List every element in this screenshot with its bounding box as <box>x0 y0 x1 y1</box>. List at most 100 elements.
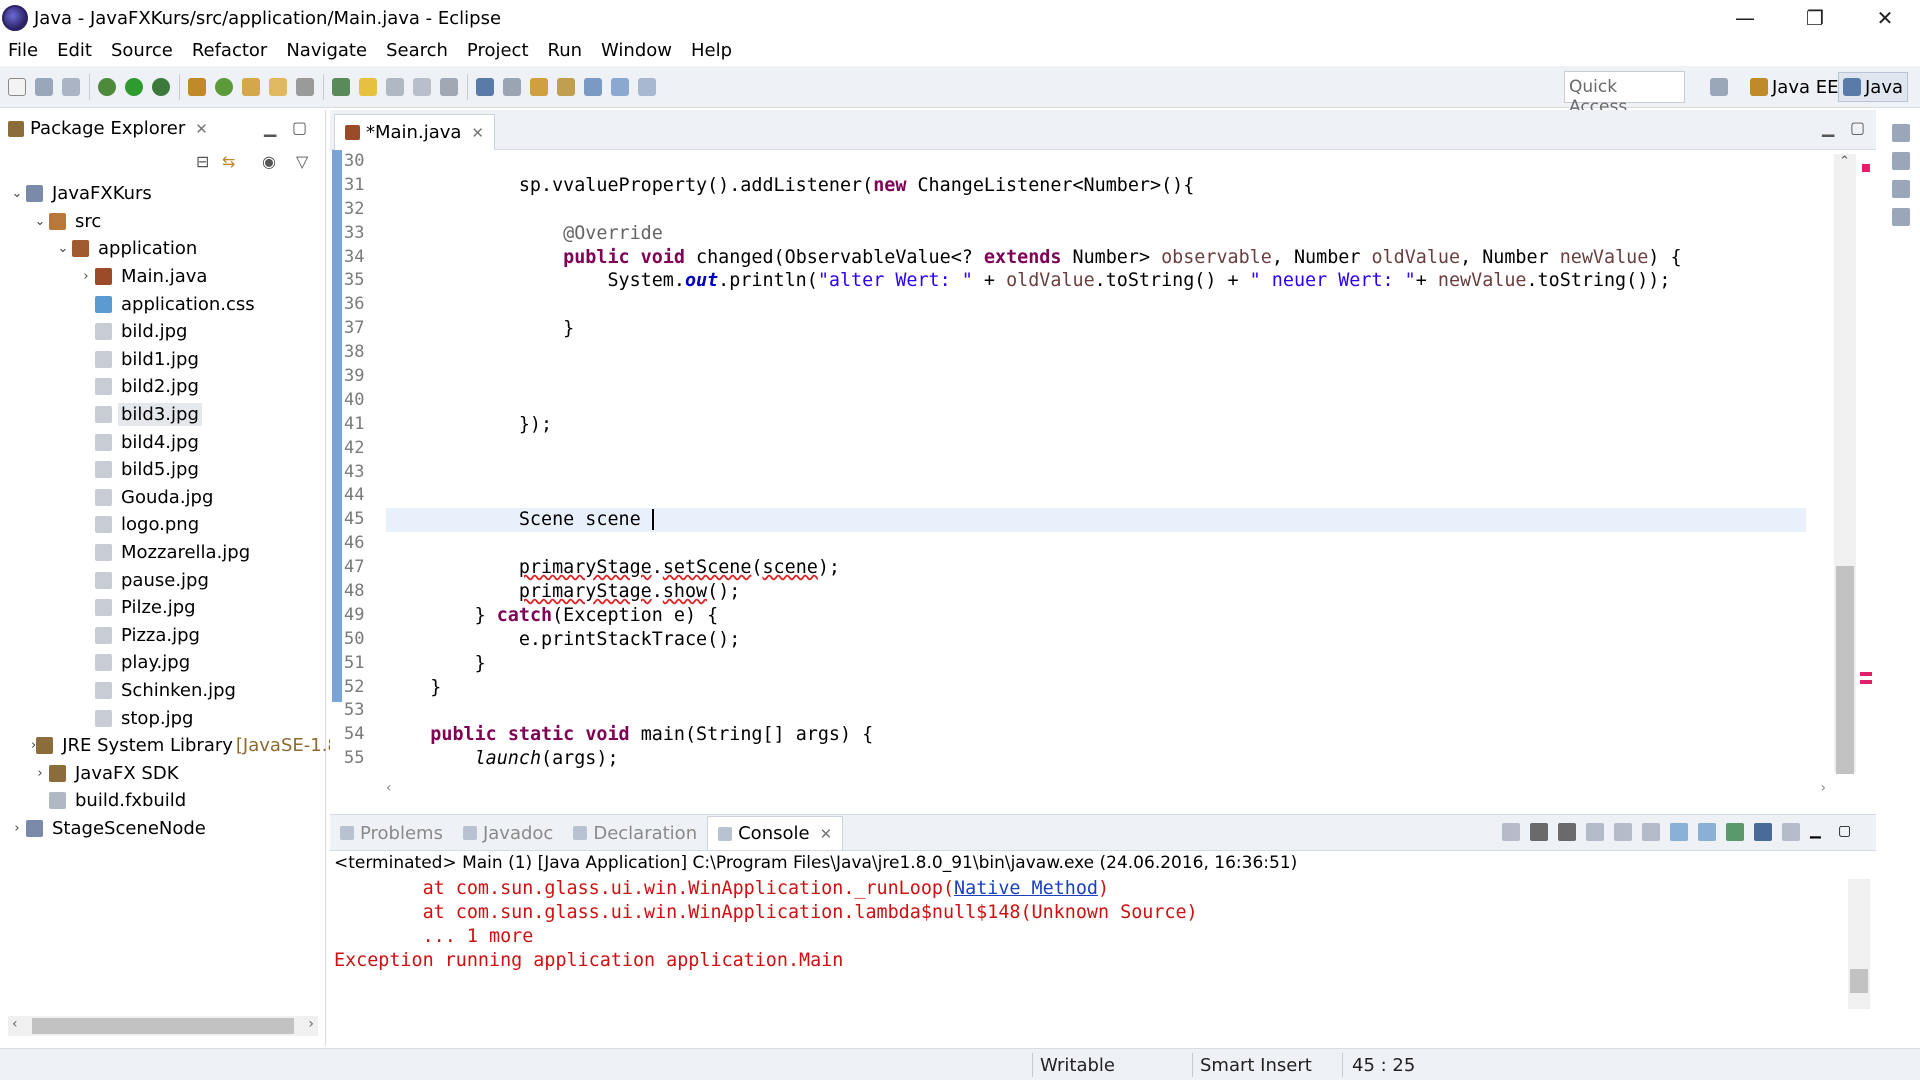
tab-javadoc[interactable]: Javadoc <box>453 816 563 850</box>
word-wrap-icon[interactable] <box>1642 823 1660 841</box>
editor-tab-main-java[interactable]: *Main.java ✕ <box>334 114 495 150</box>
highlight-icon[interactable] <box>359 77 377 96</box>
code-line[interactable]: public void changed(ObservableValue<? ex… <box>386 246 1806 270</box>
open-type-icon[interactable] <box>242 77 260 96</box>
tree-item[interactable]: stop.jpg <box>0 704 326 732</box>
collapse-all-icon[interactable]: ⊟ <box>196 152 209 171</box>
remove-all-terminated-icon[interactable] <box>1558 823 1576 841</box>
tree-item[interactable]: build.fxbuild <box>0 787 326 815</box>
tree-item[interactable]: logo.png <box>0 511 326 539</box>
tree-item[interactable]: Pizza.jpg <box>0 622 326 650</box>
scroll-thumb[interactable] <box>32 1018 294 1034</box>
new-class-icon[interactable] <box>215 77 233 96</box>
tree-item[interactable]: application.css <box>0 290 326 318</box>
console-output[interactable]: at com.sun.glass.ui.win.WinApplication._… <box>334 877 1834 973</box>
menu-window[interactable]: Window <box>601 40 672 61</box>
minimize-button[interactable]: — <box>1710 0 1780 36</box>
expand-down-icon[interactable]: ⌄ <box>31 214 49 229</box>
package-explorer-hscroll[interactable]: ‹ › <box>8 1016 318 1036</box>
tree-item[interactable]: play.jpg <box>0 649 326 677</box>
tree-item[interactable]: bild5.jpg <box>0 456 326 484</box>
editor-vscroll[interactable]: ⌃ <box>1834 154 1856 774</box>
code-line[interactable] <box>386 699 1806 723</box>
show-whitespace-icon[interactable] <box>440 77 458 96</box>
tree-item[interactable]: bild2.jpg <box>0 373 326 401</box>
code-line[interactable] <box>386 484 1806 508</box>
pin-console-icon[interactable] <box>1726 823 1744 841</box>
forward-icon[interactable] <box>638 77 656 96</box>
new-icon[interactable] <box>8 77 26 96</box>
outline-icon[interactable] <box>1892 208 1910 226</box>
minimize-view-icon[interactable]: ▁ <box>264 118 276 137</box>
scroll-lock-icon[interactable] <box>1614 823 1632 841</box>
debug-icon[interactable] <box>98 77 116 96</box>
tree-item[interactable]: bild4.jpg <box>0 428 326 456</box>
expand-right-icon[interactable]: › <box>31 766 49 781</box>
code-line[interactable] <box>386 437 1806 461</box>
code-line[interactable]: System.out.println("alter Wert: " + oldV… <box>386 269 1806 293</box>
code-line[interactable]: launch(args); <box>386 747 1806 771</box>
code-line[interactable]: @Override <box>386 222 1806 246</box>
menu-run[interactable]: Run <box>548 40 583 61</box>
menu-project[interactable]: Project <box>467 40 529 61</box>
toggle-mark-icon[interactable] <box>332 77 350 96</box>
tree-item[interactable]: › JavaFX SDK <box>0 759 326 787</box>
code-line[interactable]: }); <box>386 413 1806 437</box>
tree-item[interactable]: ⌄ JavaFXKurs <box>0 180 326 208</box>
scroll-right-icon[interactable]: › <box>308 1016 314 1032</box>
error-marker-icon[interactable] <box>1860 672 1872 676</box>
save-all-icon[interactable] <box>62 77 80 96</box>
scroll-up-icon[interactable]: ⌃ <box>1839 154 1850 169</box>
external-tools-icon[interactable] <box>152 77 170 96</box>
tree-item[interactable]: Pilze.jpg <box>0 594 326 622</box>
close-icon[interactable]: ✕ <box>195 120 208 138</box>
menu-search[interactable]: Search <box>386 40 448 61</box>
scroll-left-icon[interactable]: ‹ <box>12 1016 18 1032</box>
code-line[interactable]: public static void main(String[] args) { <box>386 723 1806 747</box>
code-line[interactable]: e.printStackTrace(); <box>386 628 1806 652</box>
restore-icon[interactable] <box>1892 180 1910 198</box>
code-line[interactable]: sp.vvalueProperty().addListener(new Chan… <box>386 174 1806 198</box>
minimize-console-icon[interactable]: ▁ <box>1810 823 1828 841</box>
open-console-icon[interactable] <box>1782 823 1800 841</box>
code-line[interactable] <box>386 198 1806 222</box>
tree-item[interactable]: › JRE System Library [JavaSE-1.8 <box>0 732 339 760</box>
terminate-icon[interactable] <box>1502 823 1520 841</box>
close-window-button[interactable]: ✕ <box>1850 0 1920 36</box>
perspective-java-ee[interactable]: Java EE <box>1746 72 1843 102</box>
tab-declaration[interactable]: Declaration <box>563 816 707 850</box>
back-icon[interactable] <box>611 77 629 96</box>
menu-source[interactable]: Source <box>111 40 173 61</box>
maximize-editor-icon[interactable]: ▢ <box>1850 118 1865 137</box>
show-on-stdout-icon[interactable] <box>1670 823 1688 841</box>
code-line[interactable]: } <box>386 317 1806 341</box>
code-line[interactable]: primaryStage.setScene(scene); <box>386 556 1806 580</box>
tree-item[interactable]: bild3.jpg <box>0 401 326 429</box>
tab-problems[interactable]: Problems <box>330 816 453 850</box>
display-console-icon[interactable] <box>1754 823 1772 841</box>
tab-console[interactable]: Console ✕ <box>707 816 844 850</box>
quick-access-input[interactable]: Quick Access <box>1564 71 1685 117</box>
code-line[interactable] <box>386 150 1806 174</box>
code-line[interactable]: Scene scene <box>386 508 1806 533</box>
code-area[interactable]: sp.vvalueProperty().addListener(new Chan… <box>386 150 1806 771</box>
menu-navigate[interactable]: Navigate <box>286 40 367 61</box>
restore-button[interactable]: ❐ <box>1780 0 1850 36</box>
maximize-view-icon[interactable]: ▢ <box>292 118 307 137</box>
previous-annotation-icon[interactable] <box>557 77 575 96</box>
package-explorer-tab[interactable]: Package Explorer ✕ <box>8 118 208 139</box>
close-icon[interactable]: ✕ <box>820 825 833 843</box>
expand-down-icon[interactable]: ⌄ <box>54 241 72 256</box>
task-list-icon[interactable] <box>1892 152 1910 170</box>
clear-console-icon[interactable] <box>1586 823 1604 841</box>
editor-scroll-thumb[interactable] <box>1836 566 1854 774</box>
code-line[interactable] <box>386 532 1806 556</box>
tree-item[interactable]: Gouda.jpg <box>0 484 326 512</box>
native-method-link[interactable]: Native Method <box>954 878 1098 899</box>
view-menu-icon[interactable]: ▽ <box>296 152 308 171</box>
close-tab-icon[interactable]: ✕ <box>471 124 484 142</box>
maximize-console-icon[interactable]: ▢ <box>1838 823 1856 841</box>
expand-right-icon[interactable]: › <box>77 269 95 284</box>
status-insert-mode[interactable]: Smart Insert <box>1200 1055 1312 1076</box>
expand-right-icon[interactable]: › <box>8 821 26 836</box>
